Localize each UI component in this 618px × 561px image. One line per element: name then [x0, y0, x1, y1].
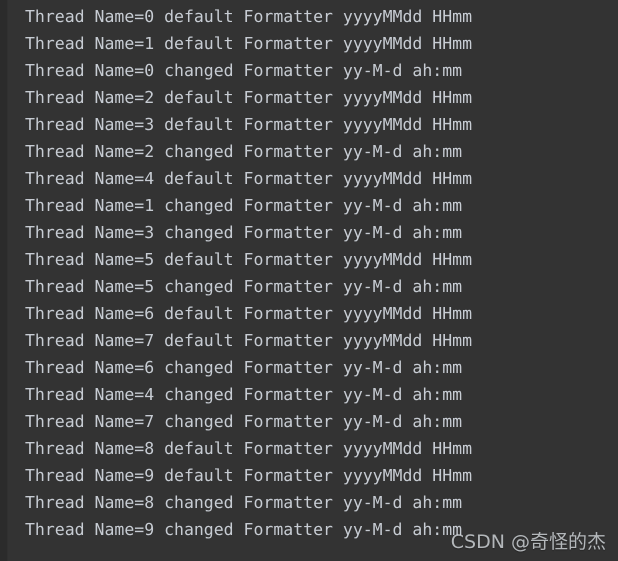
console-log-line: Thread Name=7 default Formatter yyyyMMdd… [25, 331, 473, 350]
console-log-line: Thread Name=9 changed Formatter yy-M-d a… [25, 520, 463, 539]
console-log-line: Thread Name=6 changed Formatter yy-M-d a… [25, 358, 463, 377]
console-log-line: Thread Name=7 changed Formatter yy-M-d a… [25, 412, 463, 431]
console-log-line: Thread Name=5 changed Formatter yy-M-d a… [25, 277, 463, 296]
console-log-line: Thread Name=8 default Formatter yyyyMMdd… [25, 439, 473, 458]
console-log-line: Thread Name=3 changed Formatter yy-M-d a… [25, 223, 463, 242]
console-log-line: Thread Name=4 default Formatter yyyyMMdd… [25, 169, 473, 188]
console-log-line: Thread Name=3 default Formatter yyyyMMdd… [25, 115, 473, 134]
console-log-line: Thread Name=1 default Formatter yyyyMMdd… [25, 34, 473, 53]
console-log-line: Thread Name=4 changed Formatter yy-M-d a… [25, 385, 463, 404]
console-window: Thread Name=0 default Formatter yyyyMMdd… [0, 0, 618, 561]
console-log-line: Thread Name=5 default Formatter yyyyMMdd… [25, 250, 473, 269]
console-log-line: Thread Name=2 changed Formatter yy-M-d a… [25, 142, 463, 161]
console-log-line: Thread Name=8 changed Formatter yy-M-d a… [25, 493, 463, 512]
console-log-line: Thread Name=0 changed Formatter yy-M-d a… [25, 61, 463, 80]
console-log-line: Thread Name=1 changed Formatter yy-M-d a… [25, 196, 463, 215]
console-log-line: Thread Name=9 default Formatter yyyyMMdd… [25, 466, 473, 485]
console-log-line: Thread Name=2 default Formatter yyyyMMdd… [25, 88, 473, 107]
console-output[interactable]: Thread Name=0 default Formatter yyyyMMdd… [0, 0, 618, 561]
console-log-line: Thread Name=6 default Formatter yyyyMMdd… [25, 304, 473, 323]
console-log-line: Thread Name=0 default Formatter yyyyMMdd… [25, 7, 473, 26]
